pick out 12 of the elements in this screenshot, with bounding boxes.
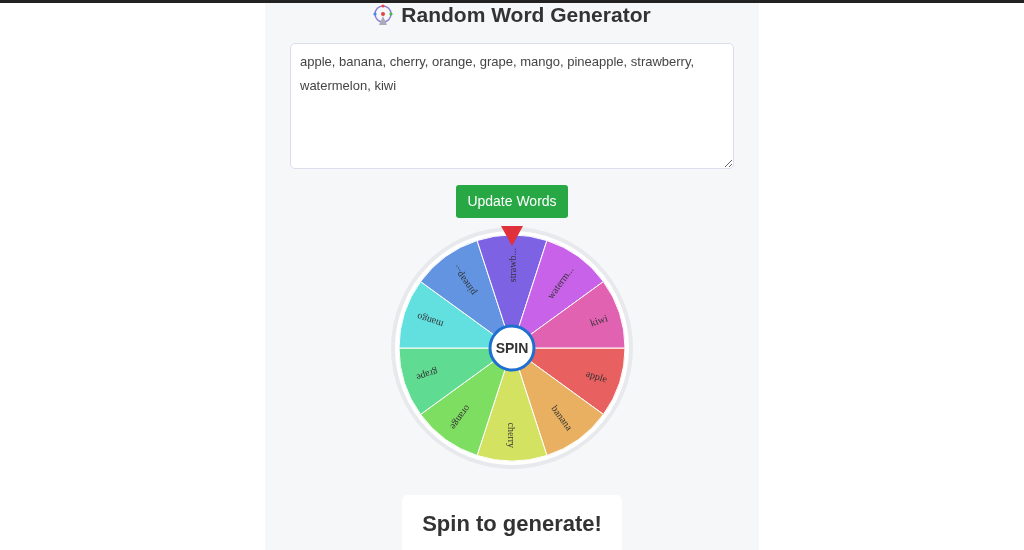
segment-label: mango — [415, 311, 445, 331]
segment-label: grape — [415, 366, 440, 384]
page-title: Random Word Generator — [401, 3, 651, 27]
words-input[interactable]: apple, banana, cherry, orange, grape, mango, pineapple, strawberry, watermelon, kiwi — [290, 43, 734, 169]
segment-label: cherry — [506, 422, 517, 448]
wheel-icon — [373, 4, 394, 26]
result-text: Spin to generate! — [402, 495, 622, 550]
pointer-icon — [501, 226, 523, 246]
segment-label: apple — [584, 367, 609, 385]
segment-label: kiwi — [588, 312, 609, 329]
segment-label: strawb... — [507, 248, 518, 283]
spin-button[interactable]: SPIN — [488, 324, 536, 372]
